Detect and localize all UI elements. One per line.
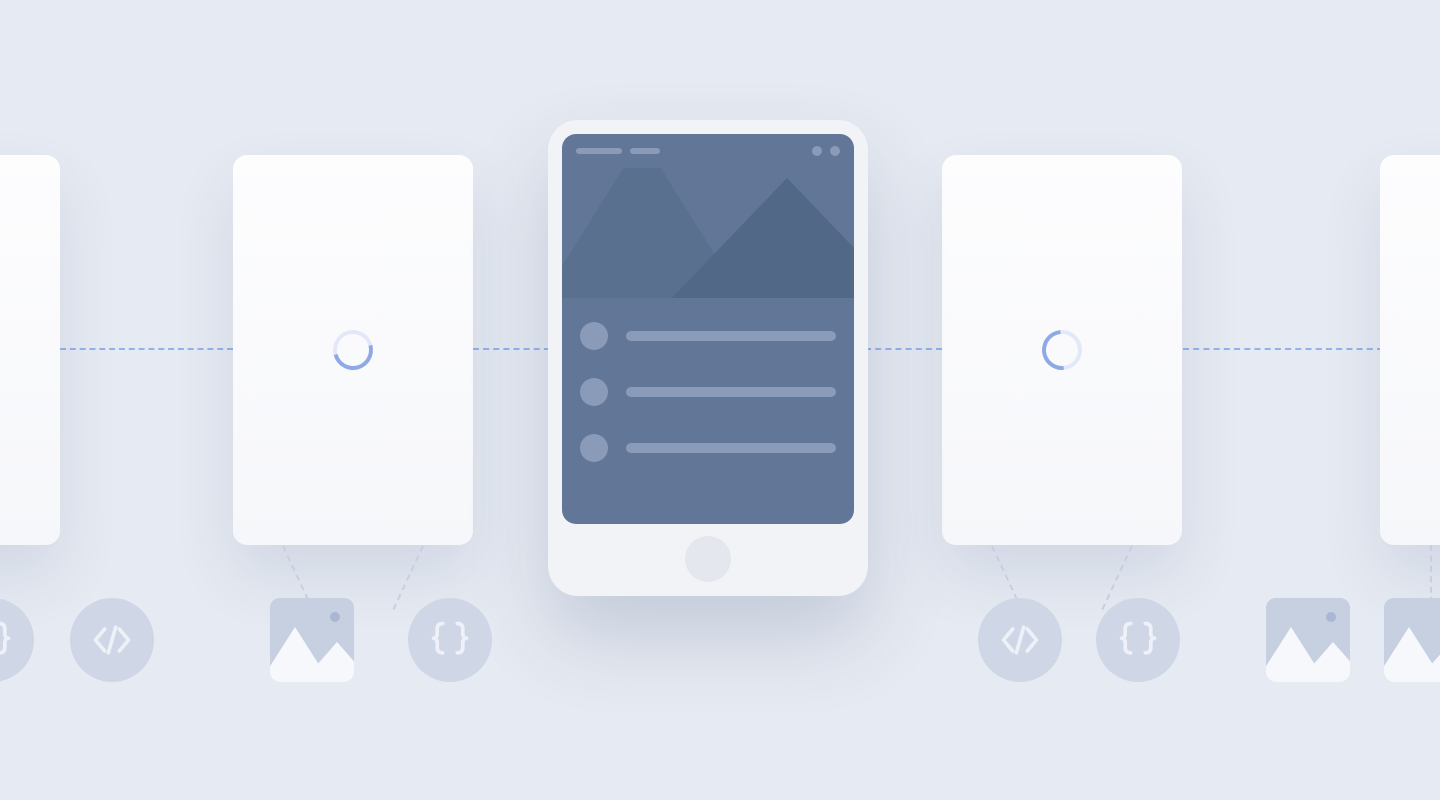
connector-2 xyxy=(473,348,560,350)
code-braces-icon xyxy=(0,598,34,682)
loading-card-far-right xyxy=(1380,155,1440,545)
phone-list xyxy=(562,298,854,462)
code-tag-icon xyxy=(978,598,1062,682)
spinner-icon xyxy=(1034,322,1090,378)
text-placeholder xyxy=(626,331,836,341)
spinner-icon xyxy=(326,323,381,378)
topbar-dot xyxy=(812,146,822,156)
phone-hero-image xyxy=(562,168,854,298)
phone-topbar xyxy=(562,134,854,168)
connector-3 xyxy=(855,348,942,350)
list-item xyxy=(580,434,836,462)
code-braces-icon xyxy=(1096,598,1180,682)
connector-down xyxy=(393,546,424,610)
loading-card-left xyxy=(233,155,473,545)
loading-card-right xyxy=(942,155,1182,545)
image-thumbnail-icon xyxy=(1266,598,1350,682)
topbar-dot xyxy=(830,146,840,156)
image-thumbnail-icon xyxy=(270,598,354,682)
phone-mockup xyxy=(548,120,868,596)
text-placeholder xyxy=(626,443,836,453)
list-item xyxy=(580,322,836,350)
topbar-line xyxy=(630,148,660,154)
connector-4 xyxy=(1183,348,1383,350)
connector-down xyxy=(1430,545,1432,603)
illustration-stage xyxy=(0,0,1440,800)
bullet-icon xyxy=(580,322,608,350)
text-placeholder xyxy=(626,387,836,397)
code-braces-icon xyxy=(408,598,492,682)
loading-card-far-left xyxy=(0,155,60,545)
phone-screen xyxy=(562,134,854,524)
image-thumbnail-icon xyxy=(1384,598,1440,682)
topbar-line xyxy=(576,148,622,154)
bullet-icon xyxy=(580,378,608,406)
code-tag-icon xyxy=(70,598,154,682)
home-button-icon xyxy=(685,536,731,582)
bullet-icon xyxy=(580,434,608,462)
connector-1 xyxy=(60,348,233,350)
list-item xyxy=(580,378,836,406)
